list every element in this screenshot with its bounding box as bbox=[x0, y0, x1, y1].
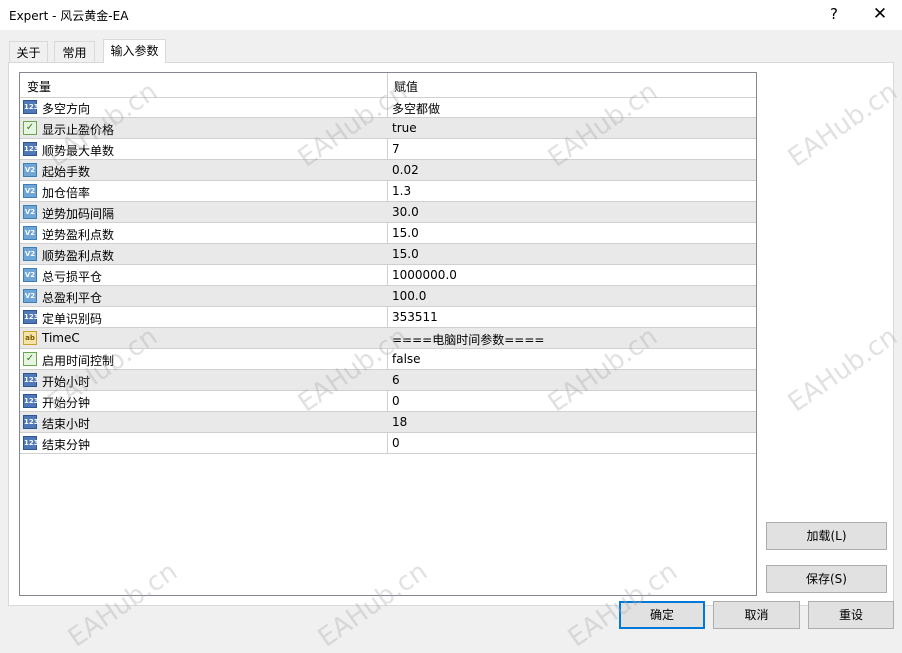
grid-header: 变量 赋值 bbox=[20, 73, 756, 98]
parameter-value[interactable]: 15.0 bbox=[392, 226, 419, 240]
parameter-row[interactable]: 123 顺势最大单数 7 bbox=[20, 139, 756, 160]
parameter-row[interactable]: 123 结束小时 18 bbox=[20, 412, 756, 433]
parameter-value[interactable]: ====电脑时间参数==== bbox=[392, 331, 544, 348]
parameter-row[interactable]: V2 顺势盈利点数 15.0 bbox=[20, 244, 756, 265]
title-bar: Expert - 风云黄金-EA ? ✕ bbox=[0, 0, 902, 30]
parameter-name: 总亏损平仓 bbox=[42, 270, 103, 284]
parameter-value[interactable]: 100.0 bbox=[392, 289, 426, 303]
parameter-row[interactable]: V2 逆势加码间隔 30.0 bbox=[20, 202, 756, 223]
parameter-value[interactable]: 0.02 bbox=[392, 163, 419, 177]
parameter-value[interactable]: 7 bbox=[392, 142, 400, 156]
parameter-row[interactable]: ✓ 启用时间控制 false bbox=[20, 349, 756, 370]
int-type-icon: 123 bbox=[23, 100, 39, 114]
parameter-name: 逆势盈利点数 bbox=[42, 228, 115, 242]
parameter-row[interactable]: 123 定单识别码 353511 bbox=[20, 307, 756, 328]
window-title: Expert - 风云黄金-EA bbox=[9, 9, 129, 23]
double-type-icon: V2 bbox=[23, 289, 37, 303]
parameter-value[interactable]: true bbox=[392, 121, 417, 135]
double-type-icon: V2 bbox=[23, 184, 37, 198]
column-header-value[interactable]: 赋值 bbox=[394, 78, 418, 95]
parameter-value[interactable]: 1000000.0 bbox=[392, 268, 457, 282]
parameter-name: 总盈利平仓 bbox=[42, 291, 103, 305]
close-icon[interactable]: ✕ bbox=[858, 0, 902, 30]
parameter-value[interactable]: 30.0 bbox=[392, 205, 419, 219]
parameters-grid: 变量 赋值 123 多空方向 多空都做 ✓ 显示止盈价格 true 123 顺势最大单数 7 V2… bbox=[19, 72, 757, 596]
parameter-name: 顺势盈利点数 bbox=[42, 249, 115, 263]
parameter-name: 多空方向 bbox=[42, 102, 91, 116]
parameter-name: 开始小时 bbox=[42, 375, 91, 389]
parameter-value[interactable]: 多空都做 bbox=[392, 100, 440, 117]
int-type-icon: 123 bbox=[23, 373, 39, 387]
string-type-icon: ab bbox=[23, 331, 37, 345]
parameter-value[interactable]: 0 bbox=[392, 394, 400, 408]
load-button[interactable]: 加载(L) bbox=[766, 522, 887, 550]
column-header-variable[interactable]: 变量 bbox=[27, 78, 51, 95]
parameter-row[interactable]: 123 结束分钟 0 bbox=[20, 433, 756, 454]
cancel-button[interactable]: 取消 bbox=[713, 601, 800, 629]
reset-button[interactable]: 重设 bbox=[808, 601, 894, 629]
int-type-icon: 123 bbox=[23, 394, 39, 408]
parameter-name: 结束分钟 bbox=[42, 438, 91, 452]
parameter-row[interactable]: ab TimeC ====电脑时间参数==== bbox=[20, 328, 756, 349]
parameter-row[interactable]: 123 多空方向 多空都做 bbox=[20, 97, 756, 118]
parameter-value[interactable]: 1.3 bbox=[392, 184, 411, 198]
int-type-icon: 123 bbox=[23, 142, 39, 156]
double-type-icon: V2 bbox=[23, 268, 37, 282]
parameter-name: 开始分钟 bbox=[42, 396, 91, 410]
parameter-value[interactable]: 18 bbox=[392, 415, 407, 429]
ok-button[interactable]: 确定 bbox=[619, 601, 705, 629]
parameter-row[interactable]: 123 开始分钟 0 bbox=[20, 391, 756, 412]
bool-type-icon: ✓ bbox=[23, 121, 37, 135]
parameter-name: 结束小时 bbox=[42, 417, 91, 431]
parameter-row[interactable]: V2 起始手数 0.02 bbox=[20, 160, 756, 181]
parameter-value[interactable]: 15.0 bbox=[392, 247, 419, 261]
help-icon[interactable]: ? bbox=[812, 0, 856, 30]
double-type-icon: V2 bbox=[23, 163, 37, 177]
parameter-row[interactable]: V2 总盈利平仓 100.0 bbox=[20, 286, 756, 307]
tab-common[interactable]: 常用 bbox=[54, 41, 95, 63]
parameter-row[interactable]: V2 逆势盈利点数 15.0 bbox=[20, 223, 756, 244]
parameter-row[interactable]: ✓ 显示止盈价格 true bbox=[20, 118, 756, 139]
parameter-name: 加仓倍率 bbox=[42, 186, 91, 200]
parameter-name: 定单识别码 bbox=[42, 312, 103, 326]
int-type-icon: 123 bbox=[23, 415, 39, 429]
parameter-name: 启用时间控制 bbox=[42, 354, 115, 368]
parameter-value[interactable]: false bbox=[392, 352, 421, 366]
double-type-icon: V2 bbox=[23, 226, 37, 240]
parameter-value[interactable]: 353511 bbox=[392, 310, 438, 324]
parameter-name: 起始手数 bbox=[42, 165, 91, 179]
parameter-name: TimeC bbox=[42, 331, 80, 345]
parameter-name: 逆势加码间隔 bbox=[42, 207, 115, 221]
parameter-row[interactable]: 123 开始小时 6 bbox=[20, 370, 756, 391]
tab-inputs[interactable]: 输入参数 bbox=[103, 39, 166, 63]
parameter-row[interactable]: V2 总亏损平仓 1000000.0 bbox=[20, 265, 756, 286]
bool-type-icon: ✓ bbox=[23, 352, 37, 366]
int-type-icon: 123 bbox=[23, 310, 39, 324]
save-button[interactable]: 保存(S) bbox=[766, 565, 887, 593]
int-type-icon: 123 bbox=[23, 436, 39, 450]
parameter-name: 顺势最大单数 bbox=[42, 144, 115, 158]
parameter-row[interactable]: V2 加仓倍率 1.3 bbox=[20, 181, 756, 202]
parameter-name: 显示止盈价格 bbox=[42, 123, 115, 137]
parameter-value[interactable]: 6 bbox=[392, 373, 400, 387]
parameter-value[interactable]: 0 bbox=[392, 436, 400, 450]
double-type-icon: V2 bbox=[23, 205, 37, 219]
double-type-icon: V2 bbox=[23, 247, 37, 261]
tab-about[interactable]: 关于 bbox=[9, 41, 48, 63]
